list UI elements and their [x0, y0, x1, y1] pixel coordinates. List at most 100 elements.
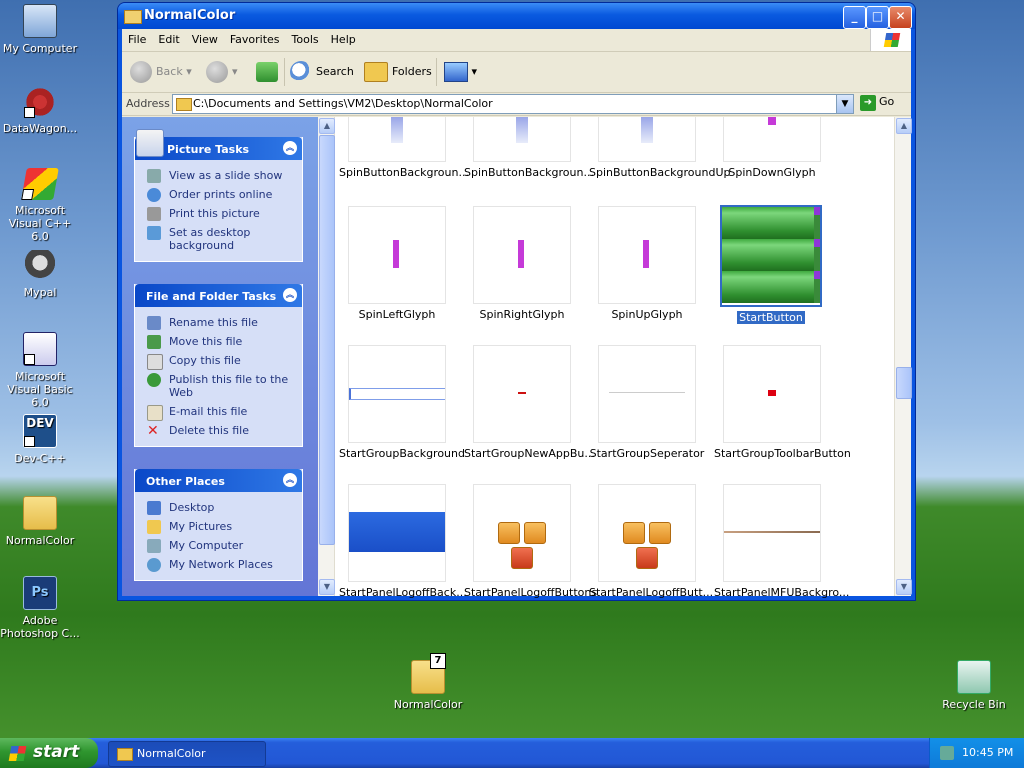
menu-view[interactable]: View — [186, 29, 224, 50]
place-label: Desktop — [169, 501, 215, 514]
collapse-chevron-icon[interactable]: ︽ — [283, 141, 297, 155]
photoshop-icon-text: Ps — [31, 585, 49, 600]
taskbar-window-button[interactable]: NormalColor — [108, 741, 266, 767]
close-button[interactable]: ✕ — [889, 6, 912, 29]
menu-edit[interactable]: Edit — [152, 29, 185, 50]
desktop-icon-mypal[interactable]: Mypal — [0, 250, 80, 299]
task-delete-file[interactable]: ✕ Delete this file — [135, 421, 302, 440]
menu-file[interactable]: File — [122, 29, 152, 50]
file-item[interactable]: StartGroupSeperator — [587, 345, 707, 460]
other-places-panel: Other Places ︽ Desktop My Pictures My Co… — [134, 469, 303, 581]
scroll-down-button[interactable]: ▼ — [896, 579, 912, 595]
scroll-down-button[interactable]: ▼ — [319, 579, 335, 595]
file-item[interactable]: StartGroupToolbarButton — [712, 345, 851, 460]
collapse-chevron-icon[interactable]: ︽ — [283, 473, 297, 487]
place-my-pictures[interactable]: My Pictures — [135, 517, 302, 536]
place-my-network[interactable]: My Network Places — [135, 555, 302, 574]
file-folder-tasks-header[interactable]: File and Folder Tasks ︽ — [135, 284, 302, 307]
network-tray-icon[interactable] — [940, 746, 954, 760]
picture-tasks-icon — [136, 129, 164, 157]
desktop-icon-label: DataWagon... — [2, 122, 78, 135]
up-folder-button[interactable] — [256, 60, 278, 84]
file-item[interactable]: SpinButtonBackgroundUp — [587, 117, 731, 179]
vertical-scrollbar[interactable]: ▲ ▼ — [894, 117, 912, 596]
back-button[interactable]: Back ▾ — [130, 60, 192, 84]
file-item[interactable]: SpinButtonBackgroun... — [337, 117, 469, 179]
minimize-button[interactable]: _ — [843, 6, 866, 29]
task-rename-file[interactable]: Rename this file — [135, 313, 302, 332]
menu-help[interactable]: Help — [325, 29, 362, 50]
toolbar-separator — [436, 58, 437, 86]
scroll-up-button[interactable]: ▲ — [319, 118, 335, 134]
desktop-icon-normalcolor[interactable]: NormalColor — [0, 496, 80, 547]
file-item[interactable]: StartPanelMFUBackgro... — [712, 484, 849, 599]
go-button[interactable]: ➜ Go — [860, 95, 894, 111]
picture-tasks-header[interactable]: Picture Tasks ︽ — [135, 129, 302, 160]
file-thumbnail — [348, 206, 446, 304]
task-move-file[interactable]: Move this file — [135, 332, 302, 351]
scroll-thumb[interactable] — [319, 135, 335, 545]
folders-button[interactable]: Folders — [364, 60, 432, 84]
task-set-background[interactable]: Set as desktop background — [135, 223, 302, 255]
task-label: Copy this file — [169, 354, 241, 367]
toolbar-separator — [284, 58, 285, 86]
scroll-thumb[interactable] — [896, 367, 912, 399]
task-publish-web[interactable]: Publish this file to the Web — [135, 370, 302, 402]
menu-tools[interactable]: Tools — [286, 29, 325, 50]
desktop-icon-recycle-bin[interactable]: Recycle Bin — [934, 660, 1014, 711]
place-my-computer[interactable]: My Computer — [135, 536, 302, 555]
file-item-selected[interactable]: StartButton — [711, 205, 831, 325]
place-desktop[interactable]: Desktop — [135, 498, 302, 517]
desktop-icon-devcpp[interactable]: DEV Dev-C++ — [0, 414, 80, 465]
task-order-prints[interactable]: Order prints online — [135, 185, 302, 204]
file-item[interactable]: SpinButtonBackgroun... — [462, 117, 594, 179]
desktop-icon-normalcolor-2[interactable]: 7 NormalColor — [388, 653, 468, 711]
thumb-graphic — [814, 207, 820, 303]
thumb-graphic — [486, 522, 558, 569]
task-copy-file[interactable]: Copy this file — [135, 351, 302, 370]
start-label: start — [33, 742, 80, 762]
menu-bar: File Edit View Favorites Tools Help — [122, 29, 911, 52]
file-item[interactable]: StartPanelLogoffButtons — [462, 484, 597, 599]
file-name: StartPanelMFUBackgro... — [714, 586, 850, 599]
delete-x-icon: ✕ — [147, 423, 159, 439]
task-label: E-mail this file — [169, 405, 248, 418]
scroll-up-button[interactable]: ▲ — [896, 118, 912, 134]
desktop-icon-my-computer[interactable]: My Computer — [0, 4, 80, 55]
explorer-window[interactable]: NormalColor _ □ ✕ File Edit View Favorites T… — [118, 3, 915, 600]
views-button[interactable]: ▾ — [444, 60, 477, 84]
other-places-header[interactable]: Other Places ︽ — [135, 469, 302, 492]
file-item[interactable]: SpinDownGlyph — [712, 117, 832, 179]
file-item[interactable]: StartGroupBackground — [337, 345, 465, 460]
address-dropdown-button[interactable]: ▼ — [836, 95, 853, 113]
collapse-chevron-icon[interactable]: ︽ — [283, 288, 297, 302]
search-button[interactable]: Search — [290, 60, 354, 84]
menu-favorites[interactable]: Favorites — [224, 29, 286, 50]
folder-icon — [124, 10, 142, 24]
task-print-picture[interactable]: Print this picture — [135, 204, 302, 223]
address-input[interactable]: C:\Documents and Settings\VM2\Desktop\No… — [172, 94, 854, 114]
desktop-icon-photoshop[interactable]: Ps Adobe Photoshop C... — [0, 576, 80, 640]
thumb-graphic — [349, 388, 445, 400]
maximize-button[interactable]: □ — [866, 6, 889, 29]
task-view-slideshow[interactable]: View as a slide show — [135, 166, 302, 185]
file-item[interactable]: StartPanelLogoffBack... — [337, 484, 467, 599]
file-item[interactable]: StartGroupNewAppBu... — [462, 345, 595, 460]
desktop-icon-visual-cpp[interactable]: Microsoft Visual C++ 6.0 — [0, 168, 80, 243]
clock[interactable]: 10:45 PM — [962, 746, 1013, 759]
visual-cpp-icon — [21, 168, 59, 200]
copy-icon — [147, 354, 163, 370]
file-item[interactable]: SpinLeftGlyph — [337, 206, 457, 321]
title-bar[interactable]: NormalColor _ □ ✕ — [118, 3, 915, 29]
file-item[interactable]: SpinUpGlyph — [587, 206, 707, 321]
forward-button[interactable]: ▾ — [206, 60, 238, 84]
task-email-file[interactable]: E-mail this file — [135, 402, 302, 421]
desktop-icon-visual-basic[interactable]: Microsoft Visual Basic 6.0 — [0, 332, 80, 409]
file-item[interactable]: StartPanelLogoffButt... — [587, 484, 713, 599]
window-content: Picture Tasks ︽ View as a slide show Ord… — [122, 117, 912, 599]
start-button[interactable]: start — [0, 738, 98, 768]
file-item[interactable]: SpinRightGlyph — [462, 206, 582, 321]
pane-scrollbar[interactable]: ▲ ▼ — [318, 117, 335, 596]
file-name: SpinLeftGlyph — [358, 308, 436, 321]
desktop-icon-datawagon[interactable]: DataWagon... — [0, 86, 80, 135]
